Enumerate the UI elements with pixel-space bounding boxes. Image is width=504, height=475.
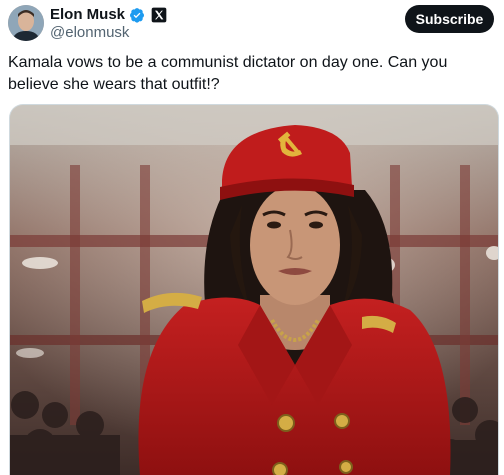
verified-badge-icon <box>130 7 145 23</box>
subscribe-button[interactable]: Subscribe <box>405 5 494 33</box>
avatar[interactable] <box>8 5 44 41</box>
name-row: Elon Musk <box>50 6 167 23</box>
display-name[interactable]: Elon Musk <box>50 6 125 23</box>
tweet-image[interactable] <box>9 104 499 475</box>
handle[interactable]: @elonmusk <box>50 24 129 41</box>
image-illustration <box>10 105 498 475</box>
tweet-header: Elon Musk @elonmusk Subscribe <box>0 0 504 46</box>
tweet-text: Kamala vows to be a communist dictator o… <box>8 54 448 93</box>
x-logo-icon <box>151 7 167 22</box>
avatar-image <box>8 5 44 41</box>
